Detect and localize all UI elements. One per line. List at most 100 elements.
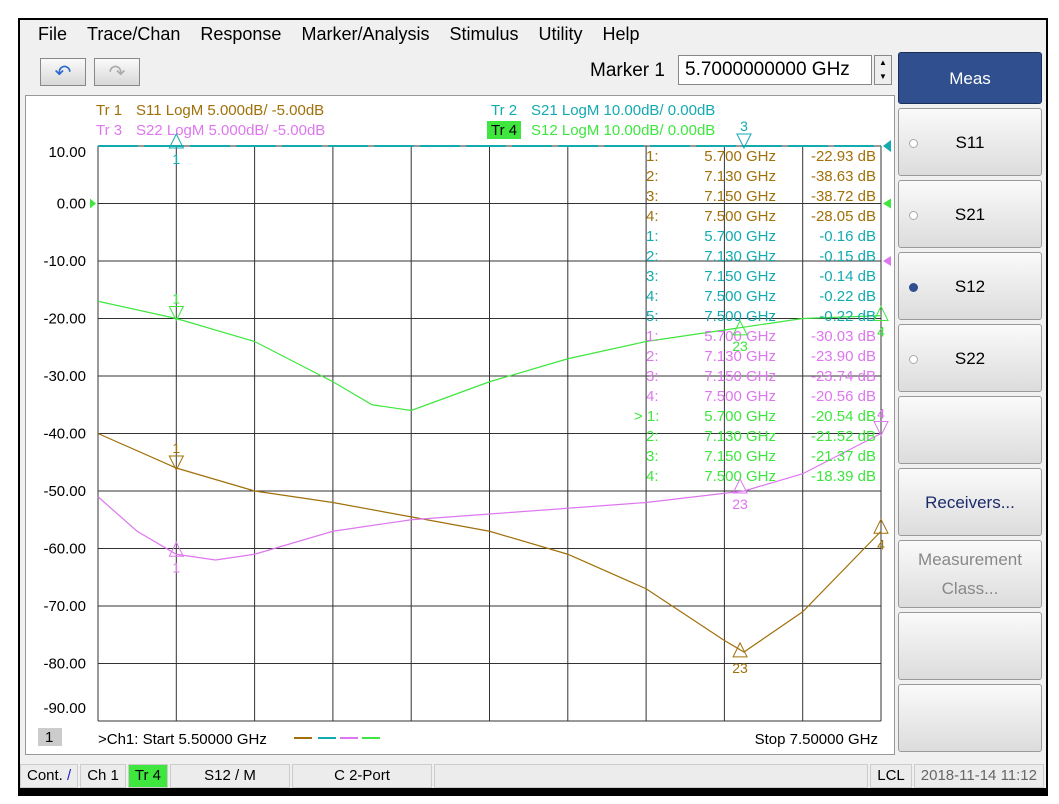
y-tick-label: -80.00 <box>43 656 86 673</box>
menu-help[interactable]: Help <box>603 24 640 45</box>
status-channel[interactable]: Ch 1 <box>80 764 126 788</box>
marker-table-frequency: 5.700 GHz <box>704 148 776 165</box>
radio-icon <box>909 139 918 148</box>
menu-utility[interactable]: Utility <box>539 24 583 45</box>
start-frequency: >Ch1: Start 5.50000 GHz <box>98 731 267 748</box>
status-cont[interactable]: Cont. / <box>20 764 79 788</box>
trace-description: S12 LogM 10.00dB/ 0.00dB <box>531 122 715 139</box>
y-tick-label: -30.00 <box>43 368 86 385</box>
redo-icon[interactable]: ↷ <box>94 58 140 86</box>
trace-id: Tr 1 <box>96 102 122 119</box>
marker-label: 23 <box>732 496 748 512</box>
marker-table-number: 3: <box>646 368 659 385</box>
radio-icon <box>909 211 918 220</box>
trace-plot: 10.00 0.00 -10.00 -20.00 -30.00 -40.00 -50.00 -… <box>38 102 891 748</box>
y-tick-label: 10.00 <box>48 144 86 161</box>
softkey-blank-7[interactable] <box>898 612 1042 680</box>
status-meas[interactable]: S12 / M <box>170 764 291 788</box>
marker-table-frequency: 7.500 GHz <box>704 468 776 485</box>
marker-table-number: 2: <box>646 248 659 265</box>
softkey-blank-8[interactable] <box>898 684 1042 752</box>
trace-id: Tr 4 <box>491 122 517 139</box>
menu-file[interactable]: File <box>38 24 67 45</box>
marker-table-value: -21.52 dB <box>811 428 876 445</box>
marker-label: 23 <box>732 660 748 676</box>
channel-number: 1 <box>45 729 53 746</box>
marker-spinner[interactable]: ▲ ▼ <box>874 55 892 85</box>
marker-table-number: 1: <box>646 148 659 165</box>
y-tick-label: -50.00 <box>43 483 86 500</box>
y-tick-label: -60.00 <box>43 541 86 558</box>
marker-table-value: -0.14 dB <box>819 268 876 285</box>
marker-table-value: -30.03 dB <box>811 328 876 345</box>
softkey-panel: Meas S11 S21 S12 S22 Receivers... Measurement… <box>898 52 1044 756</box>
marker-table-value: -0.16 dB <box>819 228 876 245</box>
marker-label: 1 <box>172 440 180 456</box>
softkey-measurement-class[interactable]: Measurement Class... <box>898 540 1042 608</box>
trace-description: S21 LogM 10.00dB/ 0.00dB <box>531 102 715 119</box>
marker-table-frequency: 5.700 GHz <box>704 408 776 425</box>
marker-table-frequency: 7.130 GHz <box>704 248 776 265</box>
marker-table-value: -38.63 dB <box>811 168 876 185</box>
marker-table-value: -28.05 dB <box>811 208 876 225</box>
trace-id: Tr 2 <box>491 102 517 119</box>
y-tick-label: -40.00 <box>43 426 86 443</box>
menu-marker-analysis[interactable]: Marker/Analysis <box>301 24 429 45</box>
toolbar: ↶ ↷ Marker 1 5.7000000000 GHz ▲ ▼ <box>20 48 898 92</box>
trace-id: Tr 3 <box>96 122 122 139</box>
undo-icon[interactable]: ↶ <box>40 58 86 86</box>
menu-bar: File Trace/Chan Response Marker/Analysis… <box>20 20 1046 48</box>
y-tick-label: -20.00 <box>43 311 86 328</box>
sweep-icon: / <box>67 767 72 784</box>
status-trace[interactable]: Tr 4 <box>127 764 169 788</box>
softkey-label: S21 <box>954 204 986 224</box>
marker-table-value: -20.56 dB <box>811 388 876 405</box>
marker-table-number: 3: <box>646 188 659 205</box>
stop-frequency: Stop 7.50000 GHz <box>755 731 878 748</box>
marker-table-number: 2: <box>646 428 659 445</box>
softkey-receivers[interactable]: Receivers... <box>898 468 1042 536</box>
vna-window: File Trace/Chan Response Marker/Analysis… <box>18 18 1048 796</box>
softkey-label: Receivers... <box>925 492 1015 512</box>
marker-label: 1 <box>172 291 180 307</box>
marker-label: 1 <box>172 151 180 167</box>
softkey-label: S11 <box>955 132 985 152</box>
radio-icon <box>909 355 918 364</box>
reference-arrow-icon <box>90 198 96 209</box>
marker-table-number: 4: <box>646 468 659 485</box>
cont-label: Cont. <box>27 767 63 784</box>
menu-response[interactable]: Response <box>200 24 281 45</box>
marker-table-number: 3: <box>646 448 659 465</box>
marker-table-number: 4: <box>646 388 659 405</box>
softkey-s12[interactable]: S12 <box>898 252 1042 320</box>
softkey-s11[interactable]: S11 <box>898 108 1042 176</box>
marker-table-frequency: 7.150 GHz <box>704 368 776 385</box>
softkey-s22[interactable]: S22 <box>898 324 1042 392</box>
marker-table-value: -23.74 dB <box>811 368 876 385</box>
marker-table-number: 1: <box>646 328 659 345</box>
trace-description: S22 LogM 5.000dB/ -5.00dB <box>136 122 325 139</box>
marker-value-input[interactable]: 5.7000000000 GHz <box>678 55 872 85</box>
marker-table-number: 3: <box>646 268 659 285</box>
marker-table-number: > 1: <box>634 408 659 425</box>
menu-trace-chan[interactable]: Trace/Chan <box>87 24 180 45</box>
marker-table-value: -18.39 dB <box>811 468 876 485</box>
y-tick-label: 0.00 <box>57 196 86 213</box>
reference-arrow-icon <box>883 256 891 266</box>
marker-label: Marker 1 <box>590 60 665 81</box>
marker-table-frequency: 7.130 GHz <box>704 168 776 185</box>
marker-table-value: -22.93 dB <box>811 148 876 165</box>
softkey-blank-4[interactable] <box>898 396 1042 464</box>
marker-table-frequency: 7.150 GHz <box>704 268 776 285</box>
marker-table-frequency: 5.700 GHz <box>704 228 776 245</box>
marker-table-value: -38.72 dB <box>811 188 876 205</box>
reference-arrow-icon <box>883 140 891 152</box>
status-cal[interactable]: C 2-Port <box>292 764 433 788</box>
y-tick-label: -90.00 <box>43 700 86 717</box>
marker-label: 4 <box>877 324 885 340</box>
marker-label: 23 <box>732 338 748 354</box>
menu-stimulus[interactable]: Stimulus <box>449 24 518 45</box>
marker-table-number: 5: <box>646 308 659 325</box>
softkey-s21[interactable]: S21 <box>898 180 1042 248</box>
marker-table-number: 4: <box>646 208 659 225</box>
